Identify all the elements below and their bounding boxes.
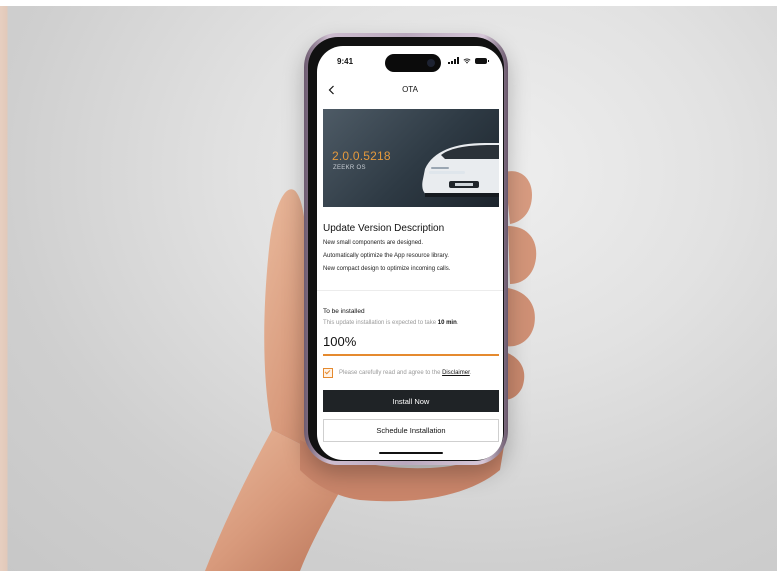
status-time: 9:41	[337, 57, 354, 66]
status-icons	[448, 57, 489, 64]
phone-bezel: 9:41 OTA 2.0.0.5218 ZEEKR OS Update Vers…	[308, 37, 504, 461]
disclaimer-link[interactable]: Disclaimer	[442, 370, 470, 376]
agreement-row: Please carefully read and agree to the D…	[323, 368, 471, 378]
phone-frame: 9:41 OTA 2.0.0.5218 ZEEKR OS Update Vers…	[304, 33, 508, 465]
phone-screen: 9:41 OTA 2.0.0.5218 ZEEKR OS Update Vers…	[317, 46, 503, 460]
section-divider	[317, 290, 503, 291]
signal-icon	[448, 57, 459, 64]
home-indicator	[379, 452, 443, 454]
nav-bar: OTA	[317, 80, 503, 102]
install-status-label: To be installed	[323, 308, 365, 315]
dynamic-island	[385, 54, 441, 72]
schedule-installation-button[interactable]: Schedule Installation	[323, 419, 499, 442]
version-number: 2.0.0.5218	[332, 149, 391, 163]
hero-banner: 2.0.0.5218 ZEEKR OS	[323, 109, 499, 207]
page-title: OTA	[402, 85, 418, 94]
agree-checkbox[interactable]	[323, 368, 333, 378]
progress-bar	[323, 354, 499, 356]
description-line: Automatically optimize the App resource …	[323, 253, 449, 259]
progress-percent: 100%	[323, 334, 357, 349]
agreement-text: Please carefully read and agree to the D…	[339, 370, 472, 376]
install-estimate: This update installation is expected to …	[323, 320, 459, 326]
install-time: 10 min	[437, 320, 457, 326]
battery-icon	[475, 57, 489, 64]
progress-fill	[323, 354, 499, 356]
car-image	[422, 143, 499, 197]
wifi-icon	[463, 58, 471, 64]
install-now-button[interactable]: Install Now	[323, 390, 499, 412]
description-line: New compact design to optimize incoming …	[323, 266, 451, 272]
description-title: Update Version Description	[323, 223, 445, 234]
os-name: ZEEKR OS	[333, 165, 366, 171]
camera-icon	[427, 59, 435, 67]
description-line: New small components are designed.	[323, 240, 424, 246]
